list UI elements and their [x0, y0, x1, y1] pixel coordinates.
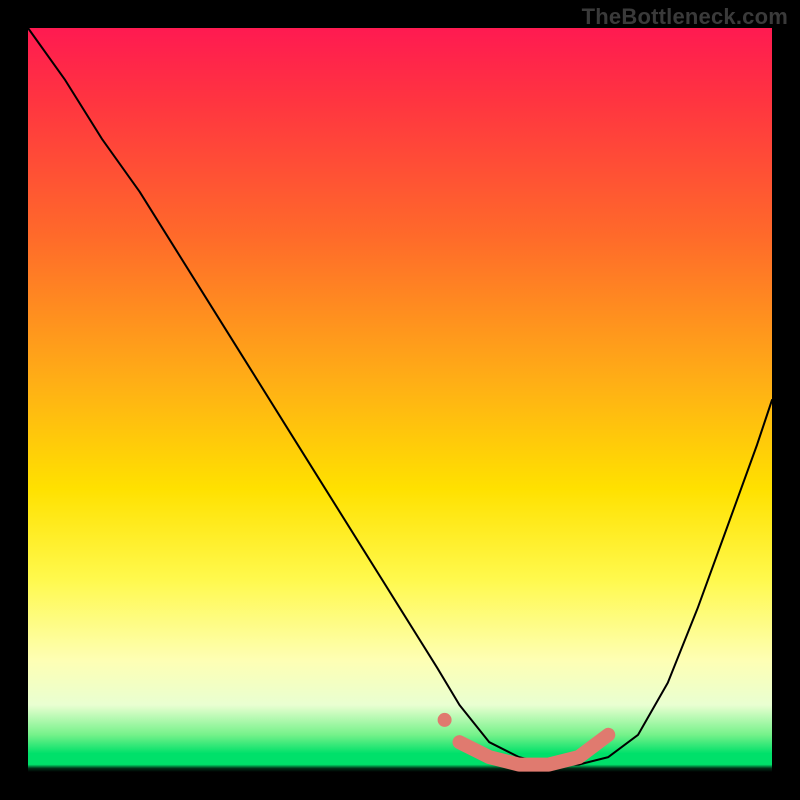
plot-area — [28, 28, 772, 772]
chart-stage: TheBottleneck.com — [0, 0, 800, 800]
optimal-region-dot-left — [438, 713, 452, 727]
curve-layer — [28, 28, 772, 772]
watermark-text: TheBottleneck.com — [582, 4, 788, 30]
optimal-region-path — [460, 735, 609, 765]
bottleneck-curve-path — [28, 28, 772, 765]
